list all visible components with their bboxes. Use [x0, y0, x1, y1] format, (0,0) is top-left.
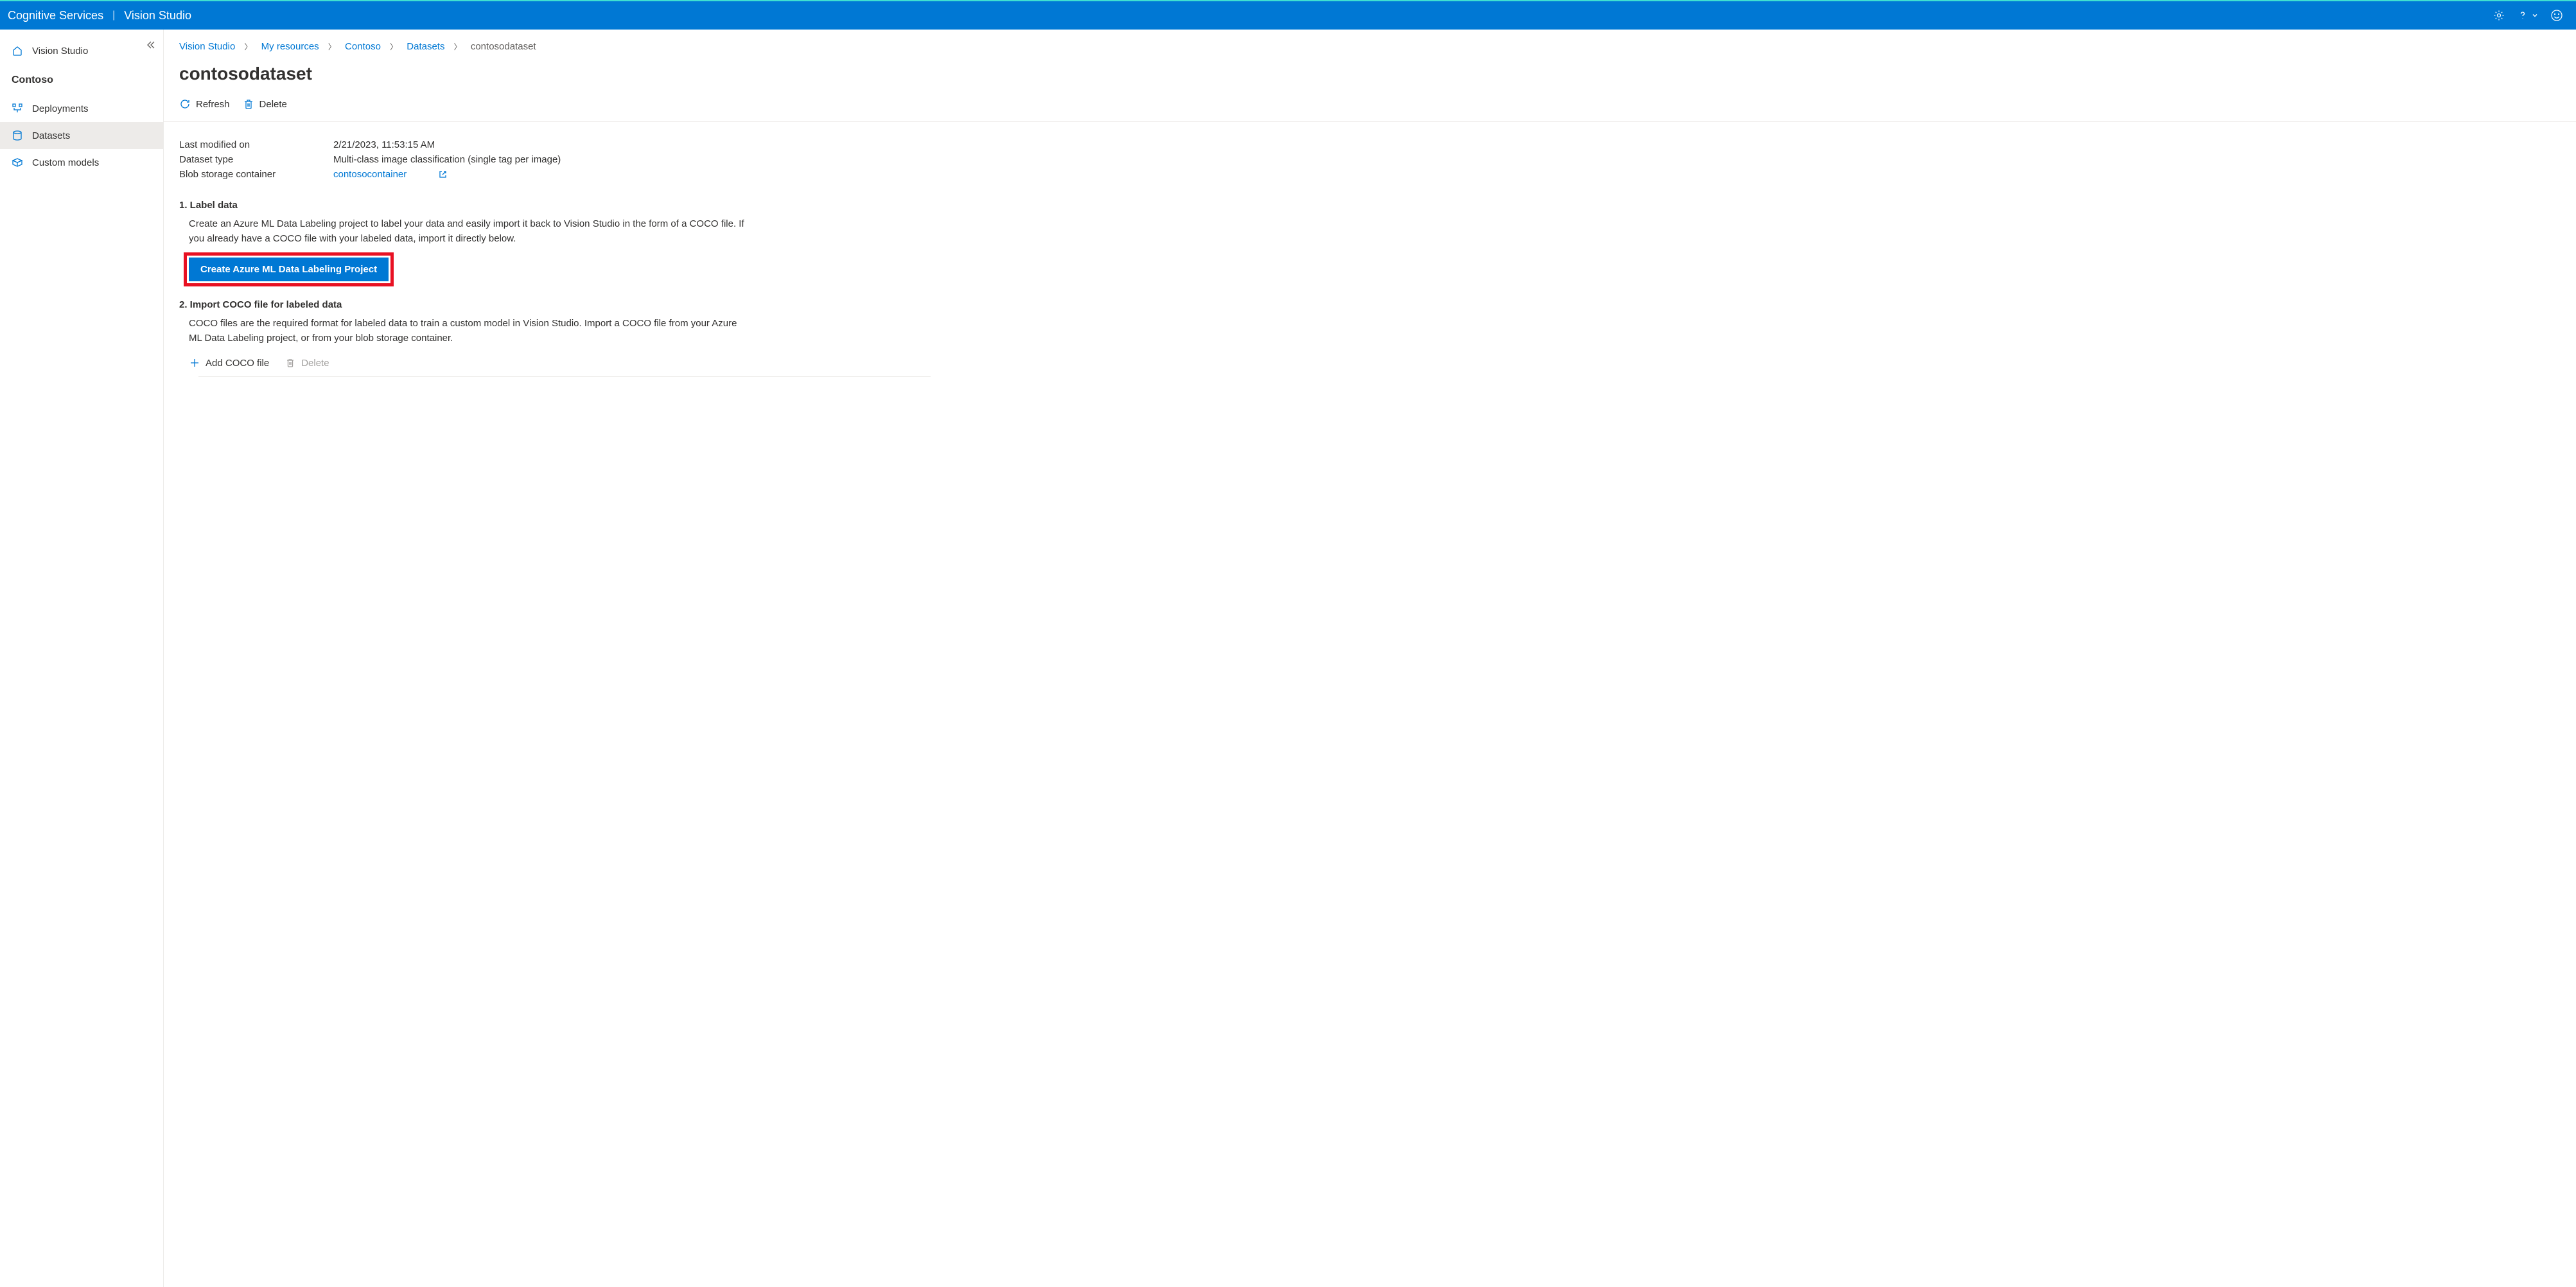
info-label-dataset-type: Dataset type — [179, 154, 333, 165]
blob-container-name: contosocontainer — [333, 169, 407, 180]
refresh-icon — [179, 98, 191, 110]
sidebar-item-label: Datasets — [32, 130, 70, 141]
sidebar-item-label: Custom models — [32, 157, 99, 168]
delete-label: Delete — [259, 99, 287, 110]
info-value-last-modified: 2/21/2023, 11:53:15 AM — [333, 139, 435, 150]
delete-icon — [285, 357, 296, 369]
sidebar-item-home[interactable]: Vision Studio — [0, 37, 163, 64]
create-azure-ml-project-button[interactable]: Create Azure ML Data Labeling Project — [189, 258, 389, 281]
delete-coco-label: Delete — [301, 358, 329, 369]
info-value-dataset-type: Multi-class image classification (single… — [333, 154, 561, 165]
home-icon — [12, 45, 23, 57]
sidebar-item-deployments[interactable]: Deployments — [0, 95, 163, 122]
toolbar: Refresh Delete — [164, 96, 2576, 122]
sidebar-item-datasets[interactable]: Datasets — [0, 122, 163, 149]
chevron-right-icon: 〉 — [244, 42, 252, 51]
header-title: Cognitive Services — [8, 9, 103, 22]
breadcrumb-link[interactable]: Contoso — [345, 41, 381, 52]
page-title: contosodataset — [164, 57, 2576, 96]
sidebar-item-label: Vision Studio — [32, 46, 88, 57]
sidebar: Vision Studio Contoso Deployments Datase… — [0, 30, 164, 1287]
delete-icon — [243, 98, 254, 110]
plus-icon — [189, 357, 200, 369]
refresh-label: Refresh — [196, 99, 230, 110]
chevron-right-icon: 〉 — [328, 42, 336, 51]
datasets-icon — [12, 130, 23, 141]
sidebar-item-custom-models[interactable]: Custom models — [0, 149, 163, 176]
info-label-last-modified: Last modified on — [179, 139, 333, 150]
delete-button[interactable]: Delete — [243, 96, 287, 112]
section-1-body: Create an Azure ML Data Labeling project… — [179, 217, 744, 246]
blob-container-link[interactable]: contosocontainer — [333, 169, 447, 180]
collapse-sidebar-icon[interactable] — [145, 40, 155, 50]
breadcrumb-link[interactable]: Vision Studio — [179, 41, 235, 52]
chevron-right-icon: 〉 — [390, 42, 398, 51]
section-2-title: 2. Import COCO file for labeled data — [179, 299, 2561, 310]
section-2-body: COCO files are the required format for l… — [179, 317, 744, 346]
breadcrumb: Vision Studio 〉 My resources 〉 Contoso 〉… — [164, 41, 2576, 57]
breadcrumb-current: contosodataset — [471, 41, 536, 52]
chevron-right-icon: 〉 — [454, 42, 462, 51]
chevron-down-icon — [2531, 12, 2539, 19]
settings-icon[interactable] — [2493, 9, 2505, 22]
header-divider: | — [112, 10, 115, 21]
header-subtitle: Vision Studio — [124, 9, 191, 22]
custom-models-icon — [12, 157, 23, 168]
sidebar-item-label: Deployments — [32, 103, 89, 114]
breadcrumb-link[interactable]: Datasets — [407, 41, 444, 52]
add-coco-file-button[interactable]: Add COCO file — [189, 357, 269, 369]
add-coco-label: Add COCO file — [206, 358, 269, 369]
main-content: Vision Studio 〉 My resources 〉 Contoso 〉… — [164, 30, 2576, 1287]
deployments-icon — [12, 103, 23, 114]
help-button[interactable] — [2517, 10, 2539, 21]
feedback-icon[interactable] — [2550, 9, 2563, 22]
delete-coco-button: Delete — [285, 357, 329, 369]
info-label-blob: Blob storage container — [179, 169, 333, 180]
top-header: Cognitive Services | Vision Studio — [0, 0, 2576, 30]
refresh-button[interactable]: Refresh — [179, 96, 230, 112]
section-1-title: 1. Label data — [179, 200, 2561, 211]
external-link-icon — [439, 170, 447, 179]
breadcrumb-link[interactable]: My resources — [261, 41, 319, 52]
sidebar-org-label: Contoso — [0, 64, 163, 95]
divider — [198, 376, 931, 377]
